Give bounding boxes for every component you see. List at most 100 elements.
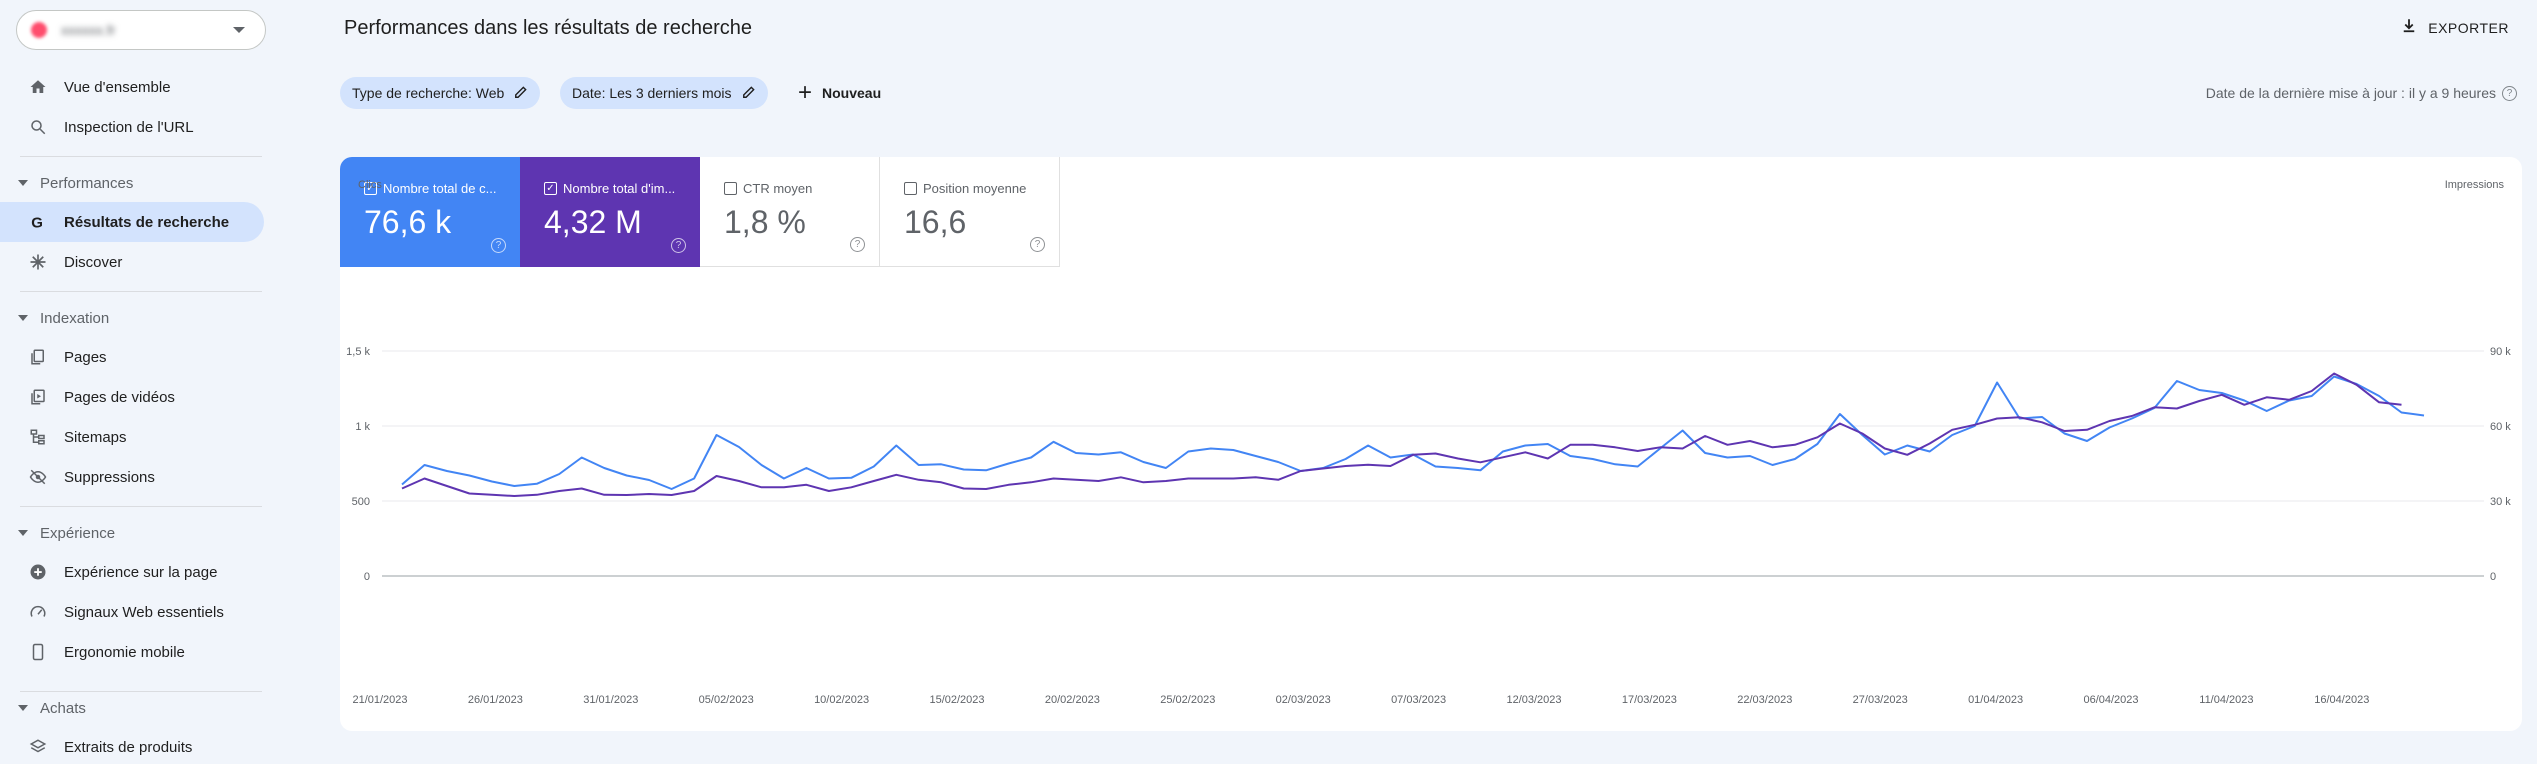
section-indexation[interactable]: Indexation (0, 303, 109, 333)
sidebar-item-label: Inspection de l'URL (64, 118, 194, 136)
sidebar-item-search-results[interactable]: G Résultats de recherche (0, 202, 264, 242)
section-label: Achats (40, 699, 86, 717)
chip-label: Type de recherche: Web (352, 85, 505, 101)
y-right-tick-label: 90 k (2490, 346, 2511, 358)
performance-chart[interactable]: 0 0 500 30 k 1 k 60 k 1,5 k 90 k Clics Impression… (340, 157, 2522, 731)
y-right-axis-label: Impressions (2445, 179, 2505, 191)
divider (20, 291, 262, 292)
sitemap-icon (28, 427, 48, 447)
section-caret-icon (18, 530, 28, 536)
new-filter-label: Nouveau (822, 85, 882, 101)
help-icon[interactable]: ? (2502, 85, 2517, 101)
speedometer-icon (28, 602, 48, 622)
y-left-tick-label: 1,5 k (346, 346, 370, 358)
x-tick-label: 21/01/2023 (352, 694, 407, 706)
divider (20, 691, 262, 692)
sidebar-item-discover[interactable]: Discover (0, 242, 264, 282)
x-tick-label: 07/03/2023 (1391, 694, 1446, 706)
x-tick-label: 20/02/2023 (1045, 694, 1100, 706)
x-tick-label: 27/03/2023 (1853, 694, 1908, 706)
export-button[interactable]: EXPORTER (2400, 17, 2509, 38)
y-left-tick-label: 0 (364, 571, 370, 583)
sidebar-item-label: Ergonomie mobile (64, 643, 185, 661)
sidebar-item-mobile-usability[interactable]: Ergonomie mobile (0, 632, 264, 672)
divider (20, 156, 262, 157)
export-label: EXPORTER (2428, 19, 2509, 36)
plus-icon: + (798, 79, 813, 106)
x-tick-label: 22/03/2023 (1737, 694, 1792, 706)
sidebar-item-removals[interactable]: Suppressions (0, 457, 264, 497)
y-left-tick-label: 500 (352, 496, 370, 508)
sidebar-item-pages[interactable]: Pages (0, 337, 264, 377)
x-tick-label: 16/04/2023 (2314, 694, 2369, 706)
sidebar-item-product-snippets[interactable]: Extraits de produits (0, 727, 264, 764)
section-label: Indexation (40, 309, 110, 327)
x-tick-label: 25/02/2023 (1160, 694, 1215, 706)
sidebar-item-label: Pages de vidéos (64, 388, 175, 406)
sidebar-item-overview[interactable]: Vue d'ensemble (0, 67, 264, 107)
sidebar-item-video-pages[interactable]: Pages de vidéos (0, 377, 264, 417)
x-tick-label: 12/03/2023 (1506, 694, 1561, 706)
sidebar-item-label: Suppressions (64, 468, 155, 486)
sidebar-item-page-experience[interactable]: Expérience sur la page (0, 552, 264, 592)
plus-circle-icon (28, 562, 48, 582)
sidebar-item-sitemaps[interactable]: Sitemaps (0, 417, 264, 457)
download-icon (2400, 17, 2418, 38)
x-tick-label: 26/01/2023 (468, 694, 523, 706)
section-performances[interactable]: Performances (0, 168, 133, 198)
sidebar-item-label: Signaux Web essentiels (64, 603, 224, 621)
chip-label: Date: Les 3 derniers mois (572, 85, 732, 101)
sidebar-item-core-web-vitals[interactable]: Signaux Web essentiels (0, 592, 264, 632)
x-tick-label: 17/03/2023 (1622, 694, 1677, 706)
y-right-tick-label: 30 k (2490, 496, 2511, 508)
x-tick-label: 02/03/2023 (1276, 694, 1331, 706)
property-selector[interactable]: xxxxxx.fr (16, 10, 266, 50)
search-type-filter-chip[interactable]: Type de recherche: Web (340, 77, 541, 109)
new-filter-button[interactable]: + Nouveau (798, 77, 881, 109)
last-update-info: Date de la dernière mise à jour : il y a… (2206, 85, 2517, 101)
property-name: xxxxxx.fr (61, 22, 116, 38)
video-page-icon (28, 387, 48, 407)
divider (20, 506, 262, 507)
sidebar-item-label: Pages (64, 348, 107, 366)
section-experience[interactable]: Expérience (0, 518, 115, 548)
series-line-impressions (401, 372, 2402, 497)
x-tick-label: 06/04/2023 (2083, 694, 2138, 706)
y-right-tick-label: 0 (2490, 571, 2496, 583)
pages-icon (28, 347, 48, 367)
series-line-clicks (401, 375, 2425, 490)
section-label: Performances (40, 174, 134, 192)
edit-icon (514, 85, 528, 102)
dropdown-caret-icon (233, 27, 245, 33)
search-icon (28, 117, 48, 137)
section-caret-icon (18, 315, 28, 321)
x-tick-label: 10/02/2023 (814, 694, 869, 706)
x-tick-label: 05/02/2023 (699, 694, 754, 706)
google-g-icon: G (28, 212, 48, 232)
y-left-axis-label: Clics (358, 179, 382, 191)
edit-icon (742, 85, 756, 102)
date-filter-chip[interactable]: Date: Les 3 derniers mois (560, 77, 768, 109)
layers-icon (28, 737, 48, 757)
eye-off-icon (28, 467, 48, 487)
sidebar-item-url-inspection[interactable]: Inspection de l'URL (0, 107, 264, 147)
section-achats[interactable]: Achats (0, 693, 86, 723)
sidebar-item-label: Résultats de recherche (64, 213, 230, 231)
svg-text:G: G (31, 214, 43, 231)
section-caret-icon (18, 705, 28, 711)
sidebar-item-label: Expérience sur la page (64, 563, 218, 581)
section-caret-icon (18, 180, 28, 186)
section-label: Expérience (40, 524, 116, 542)
y-right-tick-label: 60 k (2490, 421, 2511, 433)
x-tick-label: 11/04/2023 (2199, 694, 2253, 706)
sidebar: xxxxxx.fr Vue d'ensemble Inspection de l… (0, 0, 280, 764)
property-favicon-icon (31, 22, 47, 38)
last-update-text: Date de la dernière mise à jour : il y a… (2205, 85, 2496, 101)
y-left-tick-label: 1 k (355, 421, 370, 433)
sidebar-item-label: Vue d'ensemble (64, 78, 171, 96)
x-tick-label: 01/04/2023 (1968, 694, 2023, 706)
sidebar-item-label: Sitemaps (64, 428, 127, 446)
sidebar-item-label: Extraits de produits (64, 738, 193, 756)
page-title: Performances dans les résultats de reche… (344, 17, 752, 39)
performance-card: ✓ Nombre total de c... 76,6 k ? ✓ Nombre t… (340, 157, 2522, 731)
